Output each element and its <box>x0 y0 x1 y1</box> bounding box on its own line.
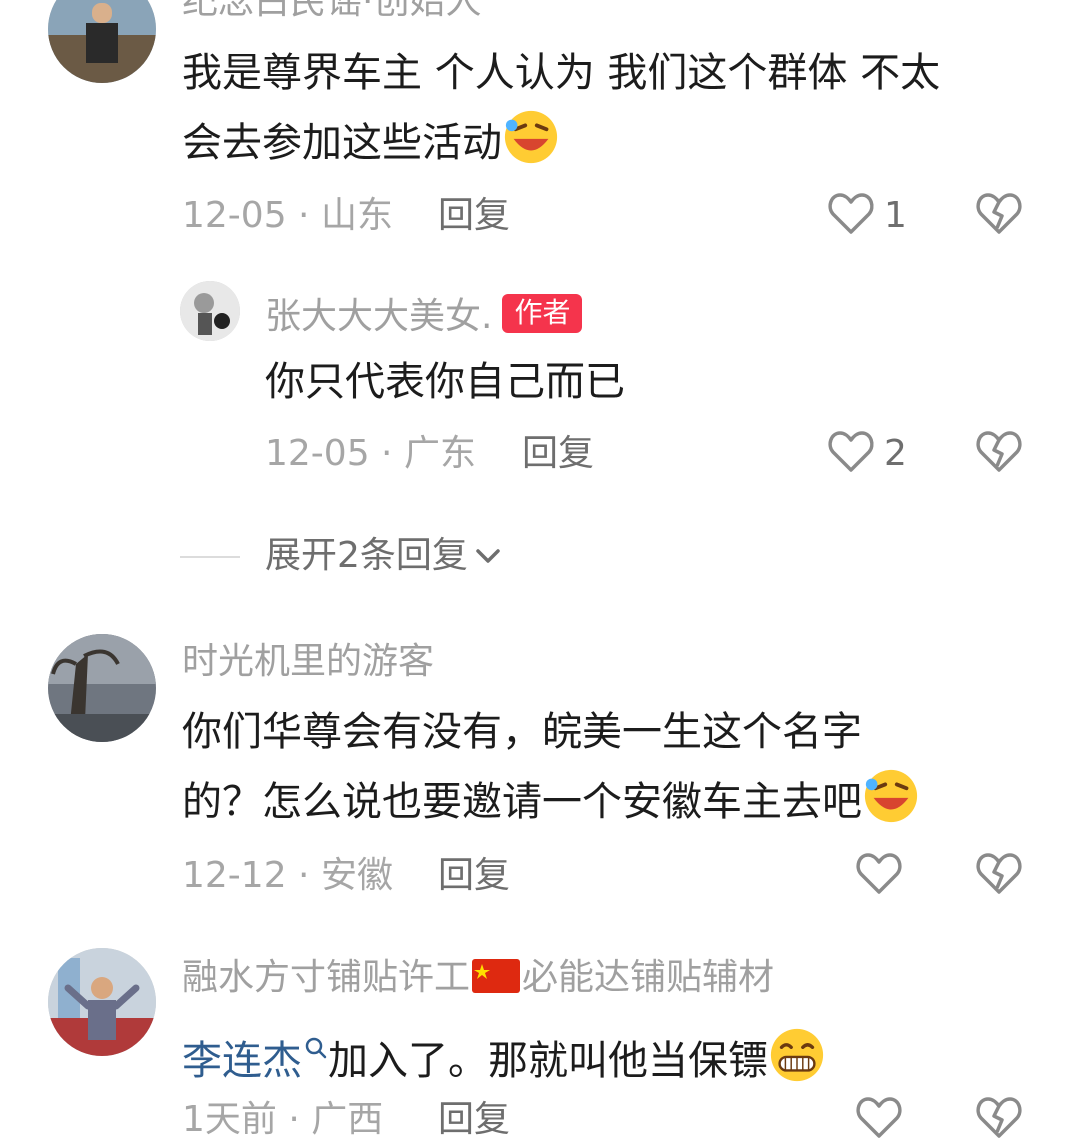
avatar[interactable] <box>48 634 156 742</box>
expand-replies-button[interactable]: 展开2条回复 <box>265 538 503 575</box>
heart-outline-icon[interactable] <box>854 848 904 898</box>
chevron-down-icon <box>473 541 503 575</box>
comment-text: 你只代表你自己而已 <box>265 359 625 405</box>
broken-heart-icon[interactable] <box>974 426 1024 476</box>
comment-line: 我是尊界车主 个人认为 我们这个群体 不太 <box>182 50 941 96</box>
rofl-emoji-icon <box>502 108 560 166</box>
expand-divider-line <box>180 556 240 558</box>
comment-meta: 1天前 · 广西 <box>182 1099 384 1140</box>
comment-line: 的？怎么说也要邀请一个安徽车主去吧 <box>182 779 862 825</box>
username[interactable]: 纪念白民谣·创始人 <box>182 0 481 20</box>
linked-keyword[interactable]: 李连杰 <box>182 1038 302 1084</box>
comment-meta: 12-12 · 安徽 <box>182 855 393 896</box>
reply-button[interactable]: 回复 <box>522 436 594 472</box>
comment-meta: 12-05 · 山东 <box>182 195 393 236</box>
broken-heart-icon[interactable] <box>974 848 1024 898</box>
rofl-emoji-icon <box>862 767 920 825</box>
grin-emoji-icon <box>768 1026 826 1084</box>
username[interactable]: 张大大大美女. 作者 <box>265 294 583 335</box>
search-icon[interactable] <box>304 1012 328 1082</box>
username[interactable]: 融水方寸铺贴许工 必能达铺贴辅材 <box>182 959 774 1000</box>
avatar[interactable] <box>48 948 156 1056</box>
avatar[interactable] <box>48 0 156 83</box>
expand-label: 展开2条回复 <box>265 535 468 576</box>
comment-text: 你们华尊会有没有，皖美一生这个名字 的？怎么说也要邀请一个安徽车主去吧 <box>182 697 1052 837</box>
like-count: 2 <box>884 433 907 474</box>
heart-outline-icon[interactable] <box>826 426 876 476</box>
username[interactable]: 时光机里的游客 <box>182 644 434 680</box>
broken-heart-icon[interactable] <box>974 1092 1024 1142</box>
comment-text: 李连杰 加入了。那就叫他当保镖 <box>182 1012 826 1096</box>
comment-line: 加入了。那就叫他当保镖 <box>328 1038 768 1084</box>
reply-button[interactable]: 回复 <box>438 858 510 894</box>
author-badge: 作者 <box>502 294 583 333</box>
heart-outline-icon[interactable] <box>826 188 876 238</box>
avatar[interactable] <box>180 281 240 341</box>
like-count: 1 <box>884 195 907 236</box>
comment-line: 你们华尊会有没有，皖美一生这个名字 <box>182 709 862 755</box>
china-flag-icon <box>472 959 521 1000</box>
comment-meta: 12-05 · 广东 <box>265 433 476 474</box>
comment-line: 会去参加这些活动 <box>182 120 502 166</box>
reply-button[interactable]: 回复 <box>438 198 510 234</box>
reply-button[interactable]: 回复 <box>438 1102 510 1138</box>
heart-outline-icon[interactable] <box>854 1092 904 1142</box>
broken-heart-icon[interactable] <box>974 188 1024 238</box>
comment-text: 我是尊界车主 个人认为 我们这个群体 不太 会去参加这些活动 <box>182 38 1052 178</box>
